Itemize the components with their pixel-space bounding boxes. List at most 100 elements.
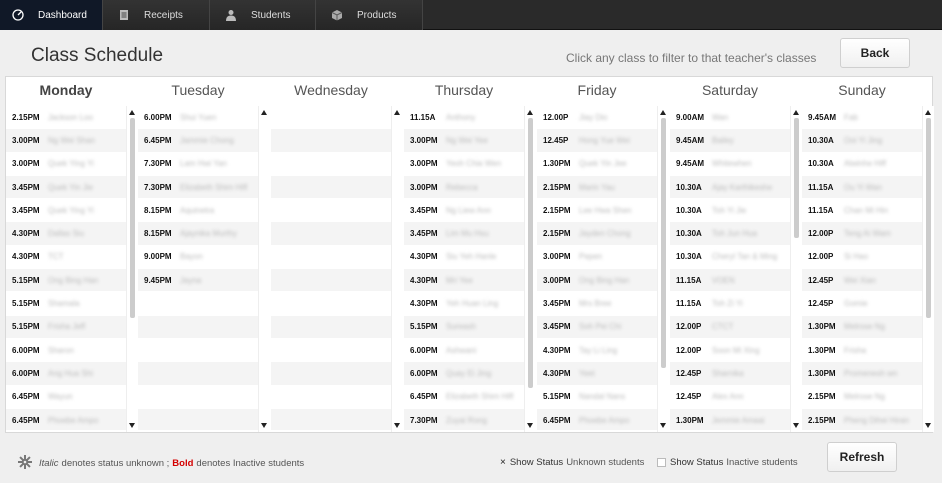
class-row[interactable]: 3.00PM Ng Wei Shan bbox=[6, 129, 126, 153]
scrollbar[interactable] bbox=[258, 106, 270, 432]
class-row[interactable]: 12.45P Alex Ann bbox=[670, 385, 790, 409]
scroll-up-icon[interactable] bbox=[261, 110, 267, 115]
class-row[interactable]: 6.45PM Jammie Chong bbox=[138, 129, 258, 153]
class-row[interactable]: 11.15A VOEN bbox=[670, 269, 790, 293]
class-row[interactable]: 8.15PM Ajaynika Murthy bbox=[138, 222, 258, 246]
class-row[interactable]: 4.30PM Siu Yeh Hanle bbox=[404, 245, 524, 270]
scroll-thumb[interactable] bbox=[794, 118, 799, 238]
scroll-thumb[interactable] bbox=[130, 118, 135, 318]
class-row[interactable]: 6.45PM Phoebe Ampo bbox=[6, 408, 126, 430]
scrollbar[interactable] bbox=[524, 106, 536, 432]
class-row[interactable]: 12.00P Teng Ai Wam bbox=[802, 222, 922, 246]
class-row[interactable]: 1.30PM Promenesh wn bbox=[802, 362, 922, 386]
class-row[interactable]: 6.45PM Wayun bbox=[6, 385, 126, 409]
class-row[interactable]: 6.45PM Phoebe Ampo bbox=[537, 408, 657, 430]
class-row[interactable]: 3.45PM Lim Mu Hsu bbox=[404, 222, 524, 246]
scroll-up-icon[interactable] bbox=[925, 110, 931, 115]
class-row[interactable]: 10.30A Ajay Karthikeshe bbox=[670, 175, 790, 200]
class-row[interactable]: 2.15PM Marin Yau bbox=[537, 175, 657, 200]
class-row[interactable]: 11.15A Toh Zi Yi bbox=[670, 292, 790, 316]
class-row[interactable]: 1.30PM Melrose Ng bbox=[802, 315, 922, 339]
scroll-thumb[interactable] bbox=[926, 118, 931, 318]
class-row[interactable]: 12.00P CTCT bbox=[670, 315, 790, 339]
class-row[interactable]: 5.15PM Ong Bing Han bbox=[6, 269, 126, 293]
scroll-up-icon[interactable] bbox=[129, 110, 135, 115]
class-row[interactable]: 2.15PM Lee Hwa Shen bbox=[537, 199, 657, 223]
class-row[interactable]: 1.30PM Jemmie Amaai bbox=[670, 408, 790, 430]
scrollbar[interactable] bbox=[657, 106, 669, 432]
class-row[interactable]: 12.00P Soon Mi Xing bbox=[670, 338, 790, 363]
class-row[interactable]: 2.15PM Pheng Dihei Hiran bbox=[802, 408, 922, 430]
class-row[interactable]: 6.00PM Quay Ei Jing bbox=[404, 362, 524, 386]
class-row[interactable]: 4.30PM Yeh Huan Ling bbox=[404, 292, 524, 316]
scrollbar[interactable] bbox=[126, 106, 138, 432]
class-row[interactable]: 2.15PM Jackson Loo bbox=[6, 106, 126, 130]
class-row[interactable]: 7.30PM Elizabeth Shim Hiff bbox=[138, 175, 258, 200]
class-row[interactable]: 3.00PM Ng Wei Yee bbox=[404, 129, 524, 153]
class-row[interactable]: 7.30PM Zuyai Rong bbox=[404, 408, 524, 430]
nav-tab-receipts[interactable]: Receipts bbox=[103, 0, 210, 30]
class-row[interactable]: 5.15PM Shamala bbox=[6, 292, 126, 316]
class-row[interactable]: 3.45PM Soh Pei Chi bbox=[537, 315, 657, 339]
scrollbar[interactable] bbox=[922, 106, 934, 432]
class-row[interactable]: 3.45PM Quek Yin Jie bbox=[6, 175, 126, 200]
class-row[interactable]: 8.15PM Aquinetra bbox=[138, 199, 258, 223]
nav-tab-students[interactable]: Students bbox=[210, 0, 316, 30]
class-row[interactable]: 7.30PM Lam Hwi Yan bbox=[138, 152, 258, 176]
class-row[interactable]: 11.15A Anthony bbox=[404, 106, 524, 130]
class-row[interactable]: 3.45PM Mrs Bree bbox=[537, 292, 657, 316]
class-row[interactable]: 5.15PM Sureash bbox=[404, 315, 524, 339]
scroll-up-icon[interactable] bbox=[527, 110, 533, 115]
class-row[interactable]: 6.45PM Elizabeth Shim Hiff bbox=[404, 385, 524, 409]
class-row[interactable]: 11.15A Ou Yi Wan bbox=[802, 175, 922, 200]
class-row[interactable]: 11.15A Chan Mi Hin bbox=[802, 199, 922, 223]
class-row[interactable]: 4.30PM Dallas Siu bbox=[6, 222, 126, 246]
class-row[interactable]: 9.00AM Wan bbox=[670, 106, 790, 130]
class-row[interactable]: 6.00PM Ang Hua Shi bbox=[6, 362, 126, 386]
refresh-button[interactable]: Refresh bbox=[827, 442, 897, 472]
class-row[interactable]: 6.00PM Shui Yuen bbox=[138, 106, 258, 130]
scroll-down-icon[interactable] bbox=[394, 423, 400, 428]
class-row[interactable]: 3.45PM Quek Ying Yi bbox=[6, 199, 126, 223]
class-row[interactable]: 10.30A Cheryl Tan & Ming bbox=[670, 245, 790, 270]
class-row[interactable]: 12.45P Sharnika bbox=[670, 362, 790, 386]
class-row[interactable]: 12.00P Si Hao bbox=[802, 245, 922, 270]
scroll-down-icon[interactable] bbox=[261, 423, 267, 428]
scroll-thumb[interactable] bbox=[661, 118, 666, 368]
class-row[interactable]: 9.00PM Bayon bbox=[138, 245, 258, 270]
class-row[interactable]: 9.45AM Whitewhen bbox=[670, 152, 790, 176]
class-row[interactable]: 5.15PM Nandal Nans bbox=[537, 385, 657, 409]
class-row[interactable]: 1.30PM Frisha bbox=[802, 338, 922, 363]
scroll-up-icon[interactable] bbox=[793, 110, 799, 115]
class-row[interactable]: 4.30PM Yeet bbox=[537, 362, 657, 386]
unchecked-checkbox[interactable] bbox=[657, 458, 666, 467]
class-row[interactable]: 3.00PM Rebecca bbox=[404, 175, 524, 200]
class-row[interactable]: 9.45PM Jayna bbox=[138, 269, 258, 293]
scroll-down-icon[interactable] bbox=[925, 423, 931, 428]
class-row[interactable]: 10.30A Alwinhe Hiff bbox=[802, 152, 922, 176]
class-row[interactable]: 1.30PM Quek Yin Jee bbox=[537, 152, 657, 176]
scrollbar[interactable] bbox=[790, 106, 802, 432]
class-row[interactable]: 12.00P Jiay Dio bbox=[537, 106, 657, 130]
class-row[interactable]: 12.45P Wei Xian bbox=[802, 269, 922, 293]
class-row[interactable]: 9.45AM Fab bbox=[802, 106, 922, 130]
class-row[interactable]: 10.30A Toh Yi Jie bbox=[670, 199, 790, 223]
class-row[interactable]: 12.45P Hong Yue Wei bbox=[537, 129, 657, 153]
class-row[interactable]: 4.30PM Mri Yee bbox=[404, 269, 524, 293]
scrollbar[interactable] bbox=[391, 106, 403, 432]
settings-gear-icon[interactable] bbox=[18, 455, 32, 472]
toggle-unknown-students[interactable]: × Show Status Unknown students bbox=[500, 457, 644, 468]
scroll-thumb[interactable] bbox=[528, 118, 533, 388]
scroll-down-icon[interactable] bbox=[793, 423, 799, 428]
class-row[interactable]: 3.45PM Ng Liew Ann bbox=[404, 199, 524, 223]
class-row[interactable]: 4.30PM Tay Li Ling bbox=[537, 338, 657, 363]
nav-tab-products[interactable]: Products bbox=[316, 0, 423, 30]
checked-x-icon[interactable]: × bbox=[500, 457, 506, 468]
class-row[interactable]: 12.45P Gomie bbox=[802, 292, 922, 316]
class-row[interactable]: 3.00PM Ong Bing Han bbox=[537, 269, 657, 293]
scroll-down-icon[interactable] bbox=[129, 423, 135, 428]
class-row[interactable]: 2.15PM Melrose Ng bbox=[802, 385, 922, 409]
scroll-up-icon[interactable] bbox=[660, 110, 666, 115]
class-row[interactable]: 3.00PM Yeoh Chia Wen bbox=[404, 152, 524, 176]
class-row[interactable]: 6.00PM Ashwani bbox=[404, 338, 524, 363]
